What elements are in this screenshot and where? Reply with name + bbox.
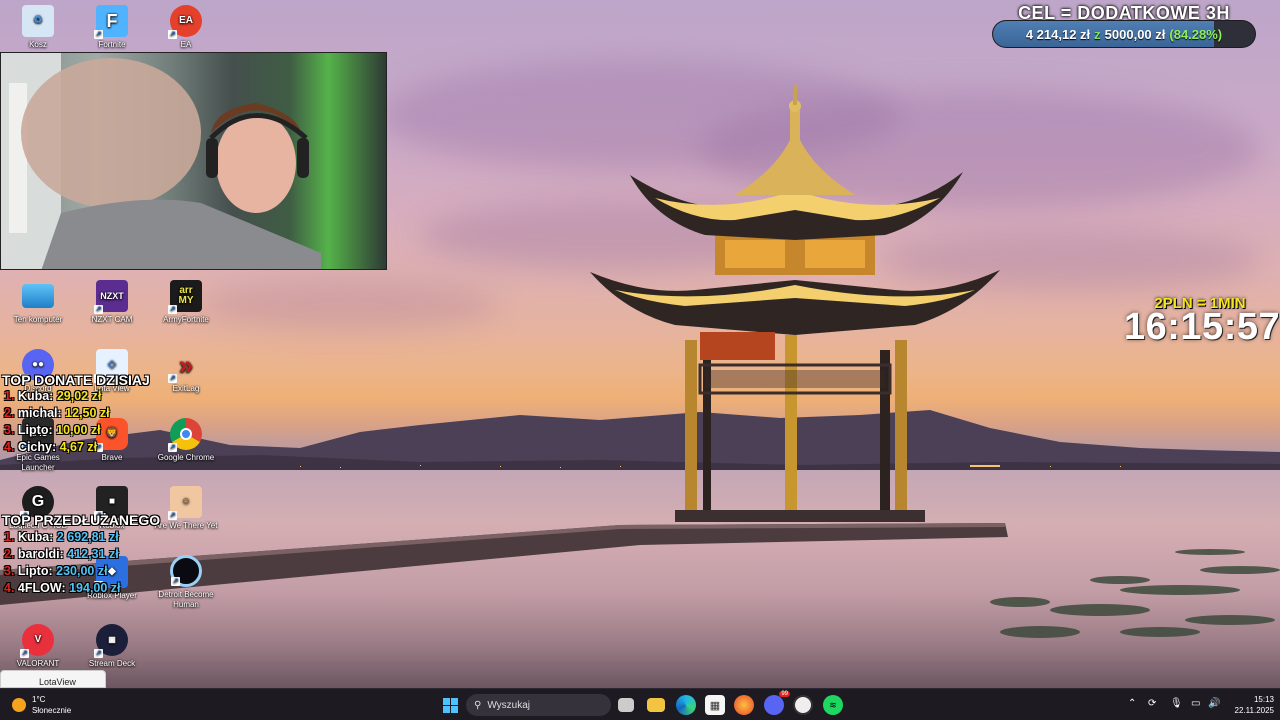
discord-taskbar-icon[interactable]: 99: [764, 691, 790, 715]
weather-desc: Słonecznie: [32, 706, 72, 715]
list-item: 4. 4FLOW: 194,00 zł: [4, 581, 121, 595]
clock-date: 22.11.2025: [1234, 706, 1274, 715]
list-item: 2. michal: 12,50 zł: [4, 406, 110, 420]
weather-widget[interactable]: 1°C Słonecznie: [12, 694, 71, 716]
microphone-icon[interactable]: 🎙: [1170, 698, 1183, 709]
sync-icon[interactable]: ⟳: [1148, 698, 1156, 709]
desktop-icon-detroit[interactable]: ↗ Detroit Become Human: [150, 555, 222, 610]
computer-icon: [22, 284, 54, 308]
desktop-icon-fortnite[interactable]: F ↗ Fortnite: [76, 5, 148, 50]
detroit-icon: ↗: [170, 555, 202, 587]
valorant-icon: V ↗: [20, 624, 54, 658]
desktop-icon-google-chrome[interactable]: ↗ Google Chrome: [150, 418, 222, 463]
goal-current: 4 214,12 zł: [1025, 26, 1091, 42]
sun-icon: [12, 698, 26, 712]
top-extended-title: TOP PRZEDŁUŻANEGO: [2, 512, 161, 528]
goal-percent: (84.28%): [1169, 26, 1223, 42]
desktop-icon-are-we-there-yet[interactable]: ☺ ↗ Are We There Yet: [150, 486, 222, 531]
desktop-icon-valorant[interactable]: V ↗ VALORANT: [2, 624, 74, 669]
top-donate-title: TOP DONATE DZISIAJ: [2, 372, 150, 388]
goal-separator: z: [1094, 26, 1101, 42]
discord-badge: 99: [779, 691, 790, 697]
taskbar-clock[interactable]: 15:13 22.11.2025: [1224, 694, 1274, 716]
armyfortnite-icon: arr MY ↗: [168, 280, 202, 314]
recycle-bin-icon: ♻: [22, 5, 54, 37]
firefox-icon[interactable]: [734, 695, 754, 715]
list-item: 4. Cichy: 4,67 zł: [4, 440, 98, 454]
fortnite-icon: F ↗: [94, 5, 128, 39]
clock-time: 15:13: [1253, 695, 1274, 704]
list-item: 3. Lipto: 10,00 zł: [4, 423, 101, 437]
desktop-icon-exitlag[interactable]: » ↗ ExitLag: [150, 349, 222, 394]
windows-icon: [442, 697, 458, 713]
volume-icon[interactable]: 🔊: [1208, 698, 1220, 709]
stream-deck-icon: ▦ ↗: [94, 624, 128, 658]
list-item: 3. Lipto: 230,00 zł: [4, 564, 108, 578]
display-icon[interactable]: ▭: [1191, 698, 1200, 709]
nzxt-cam-icon: NZXT ↗: [94, 280, 128, 314]
exitlag-icon: » ↗: [168, 350, 194, 383]
goal-target: 5000,00 zł: [1104, 26, 1166, 42]
list-item: 2. baroldi: 412,31 zł: [4, 547, 119, 561]
pavilion: [590, 85, 1000, 522]
file-explorer-icon[interactable]: [647, 698, 665, 712]
taskbar-search[interactable]: ⚲ Wyszukaj: [466, 694, 611, 716]
spotify-icon[interactable]: ≋: [823, 695, 843, 715]
webcam-person: [1, 53, 321, 269]
game-icon: ☺ ↗: [168, 486, 202, 520]
task-view-icon[interactable]: [618, 698, 634, 712]
desktop-icon-stream-deck[interactable]: ▦ ↗ Stream Deck: [76, 624, 148, 669]
chevron-up-icon[interactable]: ⌃: [1128, 698, 1136, 709]
desktop-icon-armyfortnite[interactable]: arr MY ↗ ArmyFortnite: [150, 280, 222, 325]
search-placeholder: Wyszukaj: [487, 699, 531, 711]
goal-progress-bar: 4 214,12 zł z 5000,00 zł (84.28%): [992, 20, 1256, 48]
list-item: 1. Kuba: 29,02 zł: [4, 389, 102, 403]
desktop-icon-nzxt-cam[interactable]: NZXT ↗ NZXT CAM: [76, 280, 148, 325]
store-icon[interactable]: ▦: [705, 695, 725, 715]
desktop-icon-recycle-bin[interactable]: ♻ Kosz: [2, 5, 74, 50]
lily-pads: [990, 549, 1280, 638]
list-item: 1. Kuba: 2 692,81 zł: [4, 530, 119, 544]
webcam-feed: [0, 52, 387, 270]
top-donate-list: 1. Kuba: 29,02 zł 2. michal: 12,50 zł 3.…: [4, 388, 110, 456]
start-button[interactable]: [440, 695, 460, 715]
lotaview-popup[interactable]: LotaView: [0, 670, 106, 688]
top-extended-list: 1. Kuba: 2 692,81 zł 2. baroldi: 412,31 …: [4, 529, 121, 597]
desktop-icon-this-pc[interactable]: Ten komputer: [2, 280, 74, 325]
weather-temp: 1°C: [32, 695, 46, 704]
ea-icon: EA ↗: [168, 5, 202, 39]
subathon-timer: 16:15:57: [1124, 306, 1280, 348]
taskbar: 1°C Słonecznie ⚲ Wyszukaj ▦ 99 ≋ ⌃ ⟳ 🎙 ▭…: [0, 688, 1280, 720]
obs-icon[interactable]: [793, 695, 813, 715]
search-icon: ⚲: [474, 699, 482, 711]
chrome-icon: ↗: [168, 418, 202, 452]
desktop-icon-ea[interactable]: EA ↗ EA: [150, 5, 222, 50]
goal-progress-text: 4 214,12 zł z 5000,00 zł (84.28%): [993, 21, 1255, 47]
edge-icon[interactable]: [676, 695, 696, 715]
